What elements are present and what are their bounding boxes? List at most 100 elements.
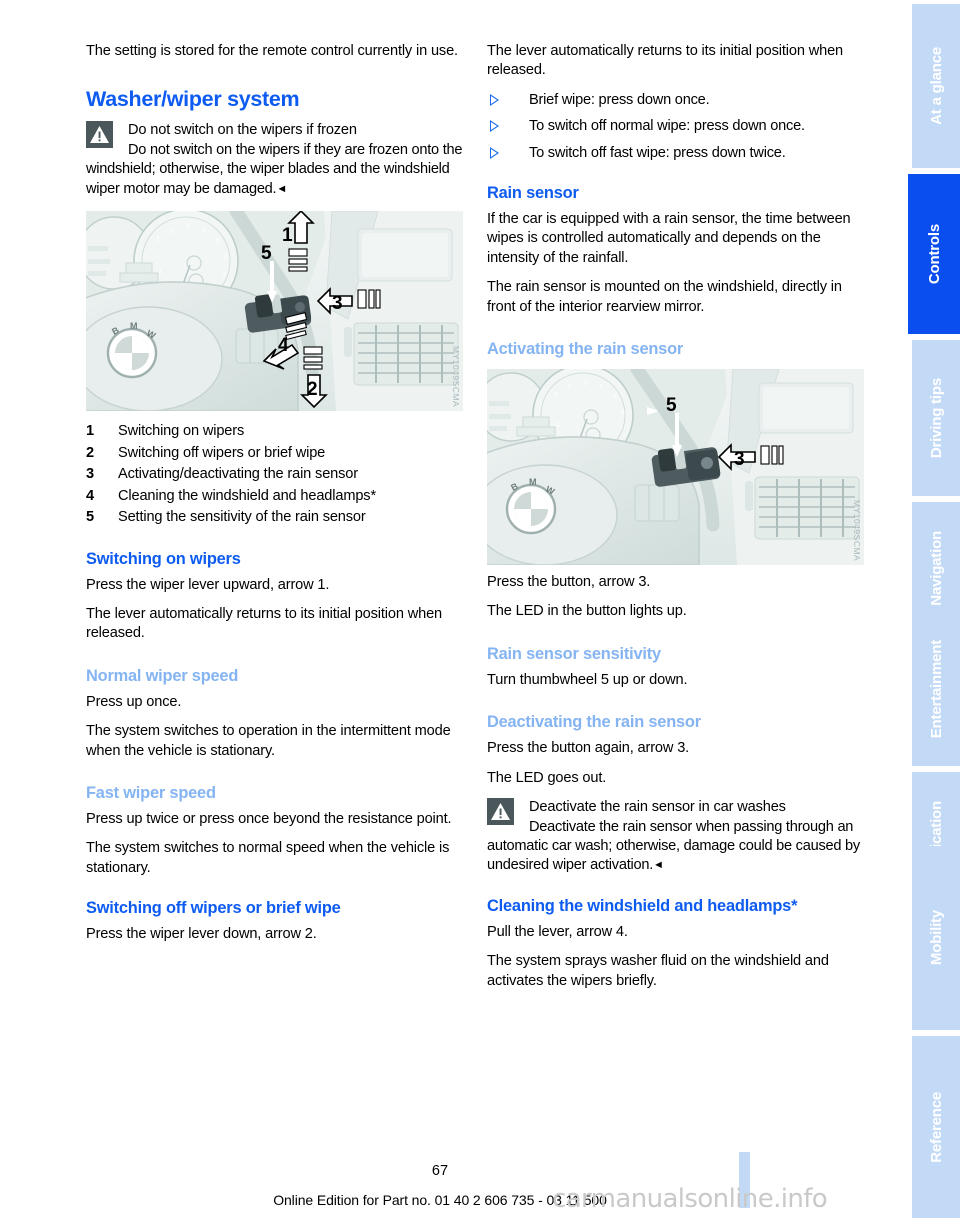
svg-text:5: 5 (666, 395, 677, 416)
list-item: Brief wipe: press down once. (487, 91, 864, 110)
svg-text:1: 1 (282, 225, 293, 246)
svg-text:3: 3 (186, 224, 190, 231)
warning-block-frozen-wipers: Do not switch on the wipers if frozen Do… (86, 121, 463, 199)
figure-legend-list: 1 Switching on wipers 2 Switching off wipe… (86, 421, 463, 529)
tab-label: Driving tips (927, 377, 945, 459)
legend-label: Switching on wipers (118, 423, 245, 440)
legend-label: Setting the sensitivity of the rain sens… (118, 509, 366, 526)
wipe-options-list: Brief wipe: press down once. To switch o… (487, 91, 864, 163)
sidebar-item-entertainment[interactable]: Entertainment (912, 612, 960, 766)
heading-fast-wiper-speed: Fast wiper speed (86, 783, 216, 802)
switching-on-p1: Press the wiper lever upward, arrow 1. (86, 576, 330, 593)
figure-2-illustration: 12 34 56 78 -1 (487, 369, 864, 566)
heading-normal-wiper-speed: Normal wiper speed (86, 666, 239, 685)
svg-text:6: 6 (224, 254, 228, 261)
warning-body: Deactivate the rain sensor when passing … (487, 818, 864, 876)
svg-text:5: 5 (216, 238, 220, 245)
tab-label: Navigation (927, 530, 945, 606)
right-column: The lever automatically returns to its i… (487, 42, 864, 1001)
figure-wiper-stalk-callouts: 12 34 56 78 -1- (86, 211, 463, 412)
intro-paragraph: The setting is stored for the remote con… (86, 43, 458, 59)
svg-text:1: 1 (156, 236, 160, 243)
deactivating-p2: The LED goes out. (487, 769, 607, 786)
normal-speed-p1: Press up once. (86, 693, 182, 710)
svg-text:5: 5 (261, 243, 272, 264)
figure-rain-sensor-button: 12 34 56 78 -1 (487, 369, 864, 566)
warning-body: Do not switch on the wipers if they are … (86, 141, 463, 199)
list-item: 4 Cleaning the windshield and headlamps* (86, 486, 463, 508)
cleaning-p1: Pull the lever, arrow 4. (487, 923, 628, 940)
legend-label: Cleaning the windshield and headlamps* (118, 487, 376, 504)
legend-number: 5 (86, 509, 94, 526)
heading-rain-sensor: Rain sensor (487, 184, 579, 203)
fast-speed-p2: The system switches to normal speed when… (86, 840, 450, 876)
normal-speed-p2: The system switches to operation in the … (86, 723, 451, 759)
left-column: The setting is stored for the remote con… (86, 42, 463, 1001)
svg-text:M: M (529, 477, 537, 487)
legend-number: 2 (86, 444, 94, 461)
svg-text:3: 3 (583, 380, 587, 387)
svg-text:2: 2 (567, 384, 571, 391)
svg-text:7: 7 (619, 426, 623, 433)
sidebar-item-controls[interactable]: Controls (908, 174, 960, 334)
sidebar-item-reference[interactable]: Reference (912, 1036, 960, 1218)
bullet-label: Brief wipe: press down once. (529, 91, 710, 108)
heading-cleaning-windshield-headlamps: Cleaning the windshield and headlamps* (487, 896, 798, 915)
warning-title: Do not switch on the wipers if frozen (128, 122, 357, 139)
sidebar-item-driving-tips[interactable]: Driving tips (912, 340, 960, 496)
list-item: 5 Setting the sensitivity of the rain sen… (86, 507, 463, 529)
heading-switching-off-wipers: Switching off wipers or brief wipe (86, 899, 341, 918)
chapter-tab-sidebar: At a glance Controls Driving tips Naviga… (896, 0, 960, 1222)
page-columns: The setting is stored for the remote con… (86, 42, 864, 1001)
heading-activating-rain-sensor: Activating the rain sensor (487, 340, 684, 359)
svg-text:7: 7 (222, 272, 226, 279)
sidebar-item-mobility[interactable]: Mobility (912, 846, 960, 1030)
list-item: 1 Switching on wipers (86, 421, 463, 443)
warning-endmark: ◄ (653, 859, 664, 872)
bullet-label: To switch off fast wipe: press down twic… (529, 144, 786, 161)
cleaning-p2: The system sprays washer fluid on the wi… (487, 953, 829, 989)
sidebar-item-at-a-glance[interactable]: At a glance (912, 4, 960, 168)
bullet-label: To switch off normal wipe: press down on… (529, 118, 805, 135)
tab-label: Mobility (927, 910, 945, 966)
section-heading-washer-wiper: Washer/wiper system (86, 87, 300, 112)
svg-text:4: 4 (202, 228, 206, 235)
figure-1-watermark: MY1049SCMA (451, 345, 461, 408)
right-intro-paragraph: The lever automatically returns to its i… (487, 43, 844, 79)
svg-text:3: 3 (332, 293, 343, 314)
list-item: To switch off normal wipe: press down on… (487, 117, 864, 136)
activating-p2: The LED in the button lights up. (487, 603, 687, 620)
list-item: 3 Activating/deactivating the rain sensor (86, 464, 463, 486)
legend-number: 4 (86, 487, 94, 504)
fast-speed-p1: Press up twice or press once beyond the … (86, 810, 452, 827)
page-number: 67 (431, 1163, 449, 1179)
rain-sensor-p2: The rain sensor is mounted on the windsh… (487, 279, 842, 315)
heading-rain-sensor-sensitivity: Rain sensor sensitivity (487, 644, 661, 663)
list-item: 2 Switching off wipers or brief wipe (86, 443, 463, 465)
heading-deactivating-rain-sensor: Deactivating the rain sensor (487, 713, 701, 732)
switching-on-p2: The lever automatically returns to its i… (86, 605, 443, 642)
switching-off-p1: Press the wiper lever down, arrow 2. (86, 926, 317, 943)
svg-text:2: 2 (307, 379, 318, 400)
triangle-bullet-icon (490, 93, 499, 106)
svg-text:M: M (130, 321, 138, 331)
svg-text:1: 1 (554, 392, 558, 399)
svg-text:4: 4 (599, 384, 603, 391)
legend-number: 3 (86, 466, 94, 483)
svg-text:2: 2 (170, 228, 174, 235)
legend-label: Activating/deactivating the rain sensor (118, 466, 358, 483)
warning-endmark: ◄ (276, 182, 287, 195)
warning-body-text: Deactivate the rain sensor when passing … (487, 818, 860, 874)
warning-triangle-icon (487, 798, 514, 826)
figure-1-illustration: 12 34 56 78 -1- (86, 211, 463, 412)
tab-label: Reference (927, 1091, 945, 1163)
manual-page: The setting is stored for the remote con… (0, 0, 960, 1222)
tab-label: At a glance (927, 47, 945, 125)
list-item: To switch off fast wipe: press down twic… (487, 144, 864, 163)
triangle-bullet-icon (490, 120, 499, 133)
heading-switching-on-wipers: Switching on wipers (86, 549, 241, 568)
tab-label: Entertainment (927, 639, 945, 739)
triangle-bullet-icon (490, 146, 499, 159)
svg-text:3: 3 (734, 449, 745, 470)
svg-text:5: 5 (613, 394, 617, 401)
